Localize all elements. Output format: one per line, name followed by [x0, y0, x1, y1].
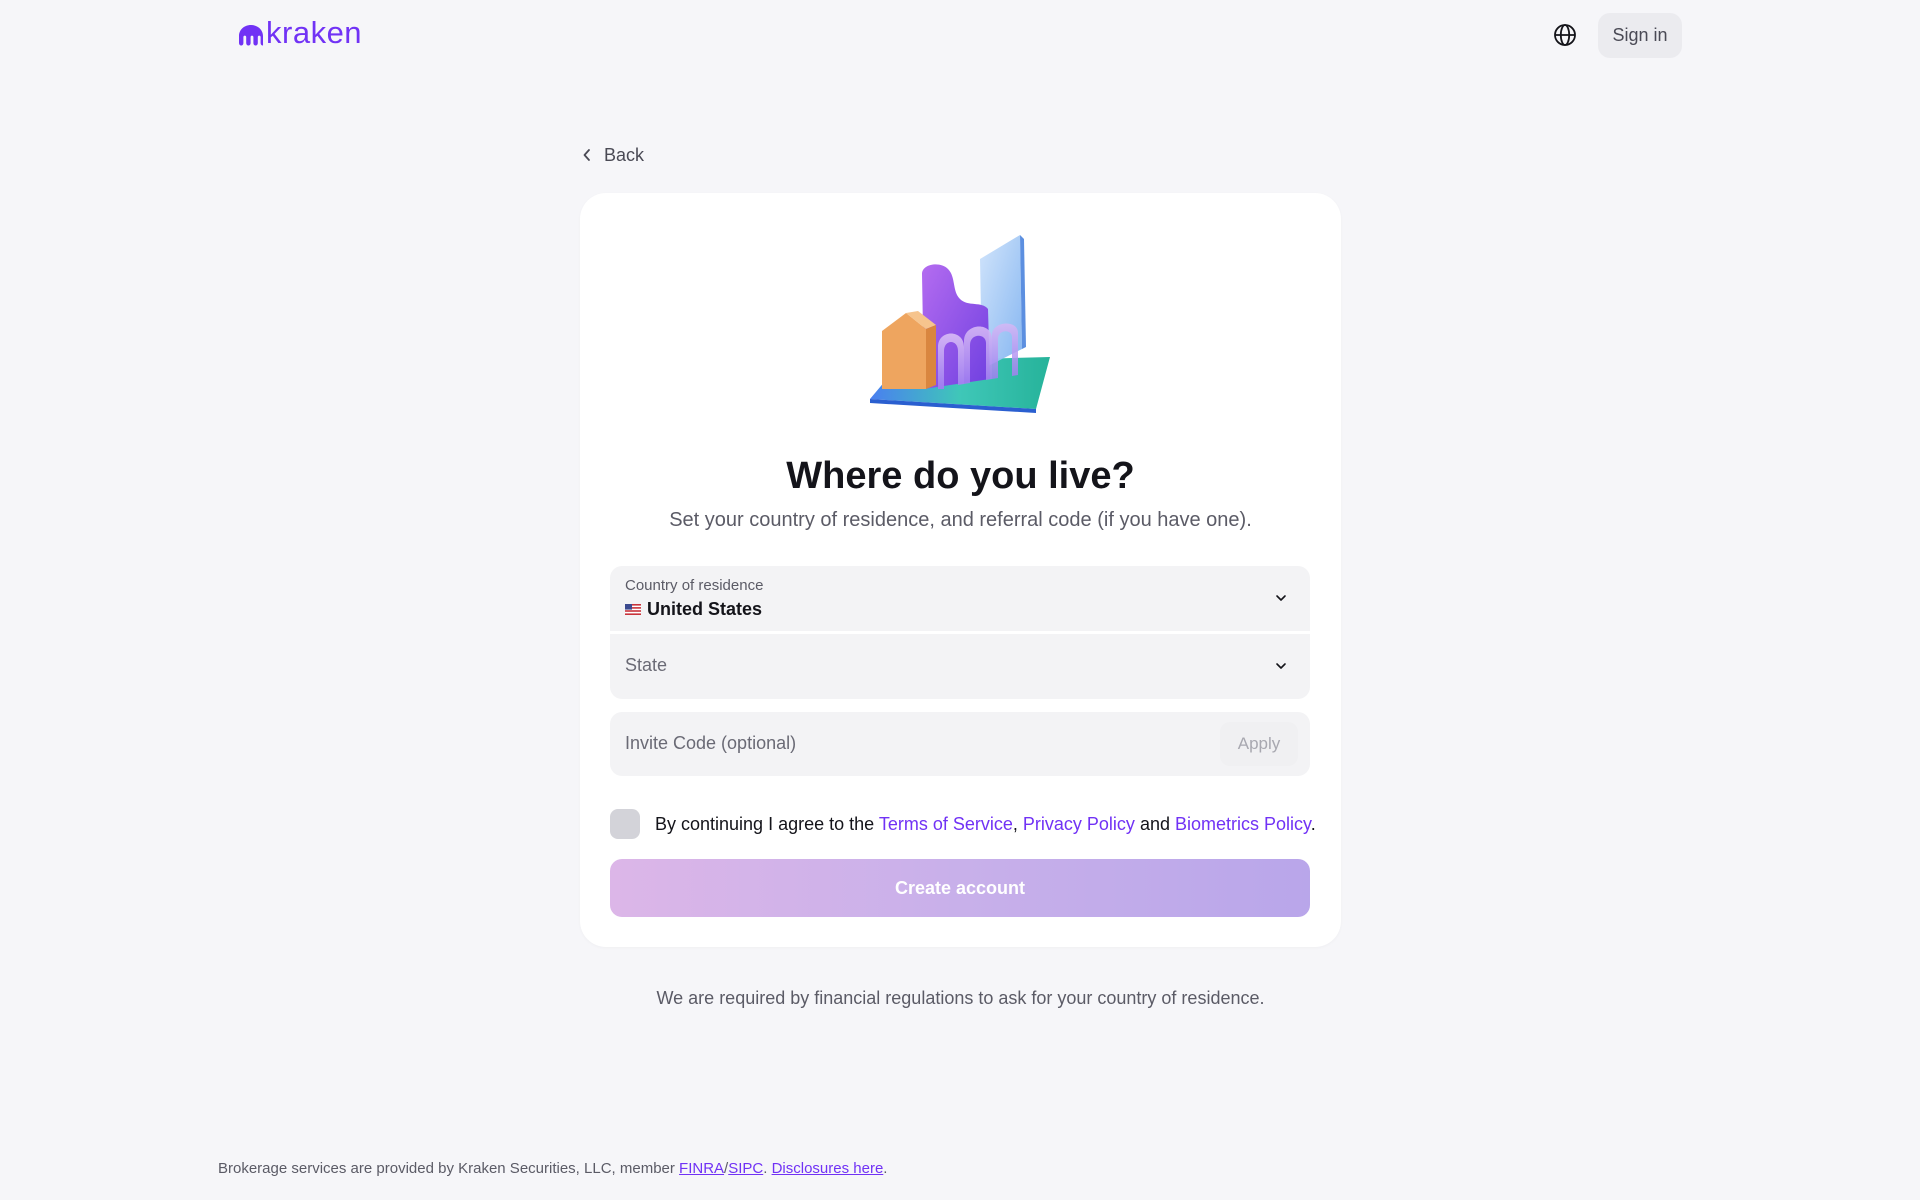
terms-of-service-link[interactable]: Terms of Service [879, 814, 1013, 834]
footer-disclaimer: Brokerage services are provided by Krake… [218, 1160, 887, 1177]
consent-sep: , [1012, 813, 1018, 834]
page-subtitle: Set your country of residence, and refer… [669, 509, 1252, 531]
chevron-down-icon [1276, 595, 1286, 601]
top-bar: kraken Sign in [0, 0, 1920, 72]
country-select[interactable]: Country of residence United States [610, 566, 1310, 631]
consent-checkbox[interactable] [610, 809, 640, 839]
language-button[interactable] [1550, 20, 1580, 50]
country-value: United States [625, 599, 762, 620]
us-flag-icon [625, 604, 641, 615]
consent-text: By continuing I agree to the Terms of Se… [655, 814, 1316, 835]
state-placeholder: State [625, 655, 668, 675]
consent-prefix: By continuing I agree to the [655, 813, 879, 834]
create-account-button[interactable]: Create account [610, 859, 1310, 917]
back-link[interactable]: Back [582, 142, 644, 168]
signup-card: Where do you live? Set your country of r… [580, 193, 1341, 947]
consent-suffix: . [1310, 813, 1316, 834]
consent-and: and [1139, 813, 1170, 834]
sign-in-button[interactable]: Sign in [1598, 13, 1682, 58]
country-label: Country of residence [625, 577, 764, 594]
footer-dot: . [763, 1160, 772, 1177]
city-buildings-illustration [870, 235, 1050, 413]
footer-end: . [883, 1160, 888, 1177]
logo-text: kraken [266, 15, 363, 50]
biometrics-policy-link[interactable]: Biometrics Policy [1175, 814, 1311, 834]
finra-link[interactable]: FINRA [679, 1160, 724, 1177]
chevron-down-icon [1276, 663, 1286, 669]
chevron-left-icon [583, 149, 590, 161]
globe-icon [1554, 24, 1576, 46]
disclosures-link[interactable]: Disclosures here [772, 1160, 884, 1177]
page-title: Where do you live? [786, 455, 1135, 497]
back-label: Back [604, 144, 645, 165]
sipc-link[interactable]: SIPC [728, 1160, 763, 1177]
invite-code-placeholder: Invite Code (optional) [625, 733, 797, 753]
apply-button[interactable]: Apply [1220, 722, 1298, 766]
privacy-policy-link[interactable]: Privacy Policy [1023, 814, 1135, 834]
invite-code-input[interactable]: Invite Code (optional) Apply [610, 712, 1310, 776]
consent-row: By continuing I agree to the Terms of Se… [610, 808, 1316, 840]
country-name: United States [647, 599, 763, 619]
footer-prefix: Brokerage services are provided by Krake… [218, 1160, 680, 1177]
kraken-logo[interactable]: kraken [238, 15, 363, 52]
state-select[interactable]: State [610, 634, 1310, 699]
regulation-notice: We are required by financial regulations… [656, 988, 1265, 1008]
kraken-logo-icon [239, 25, 264, 46]
